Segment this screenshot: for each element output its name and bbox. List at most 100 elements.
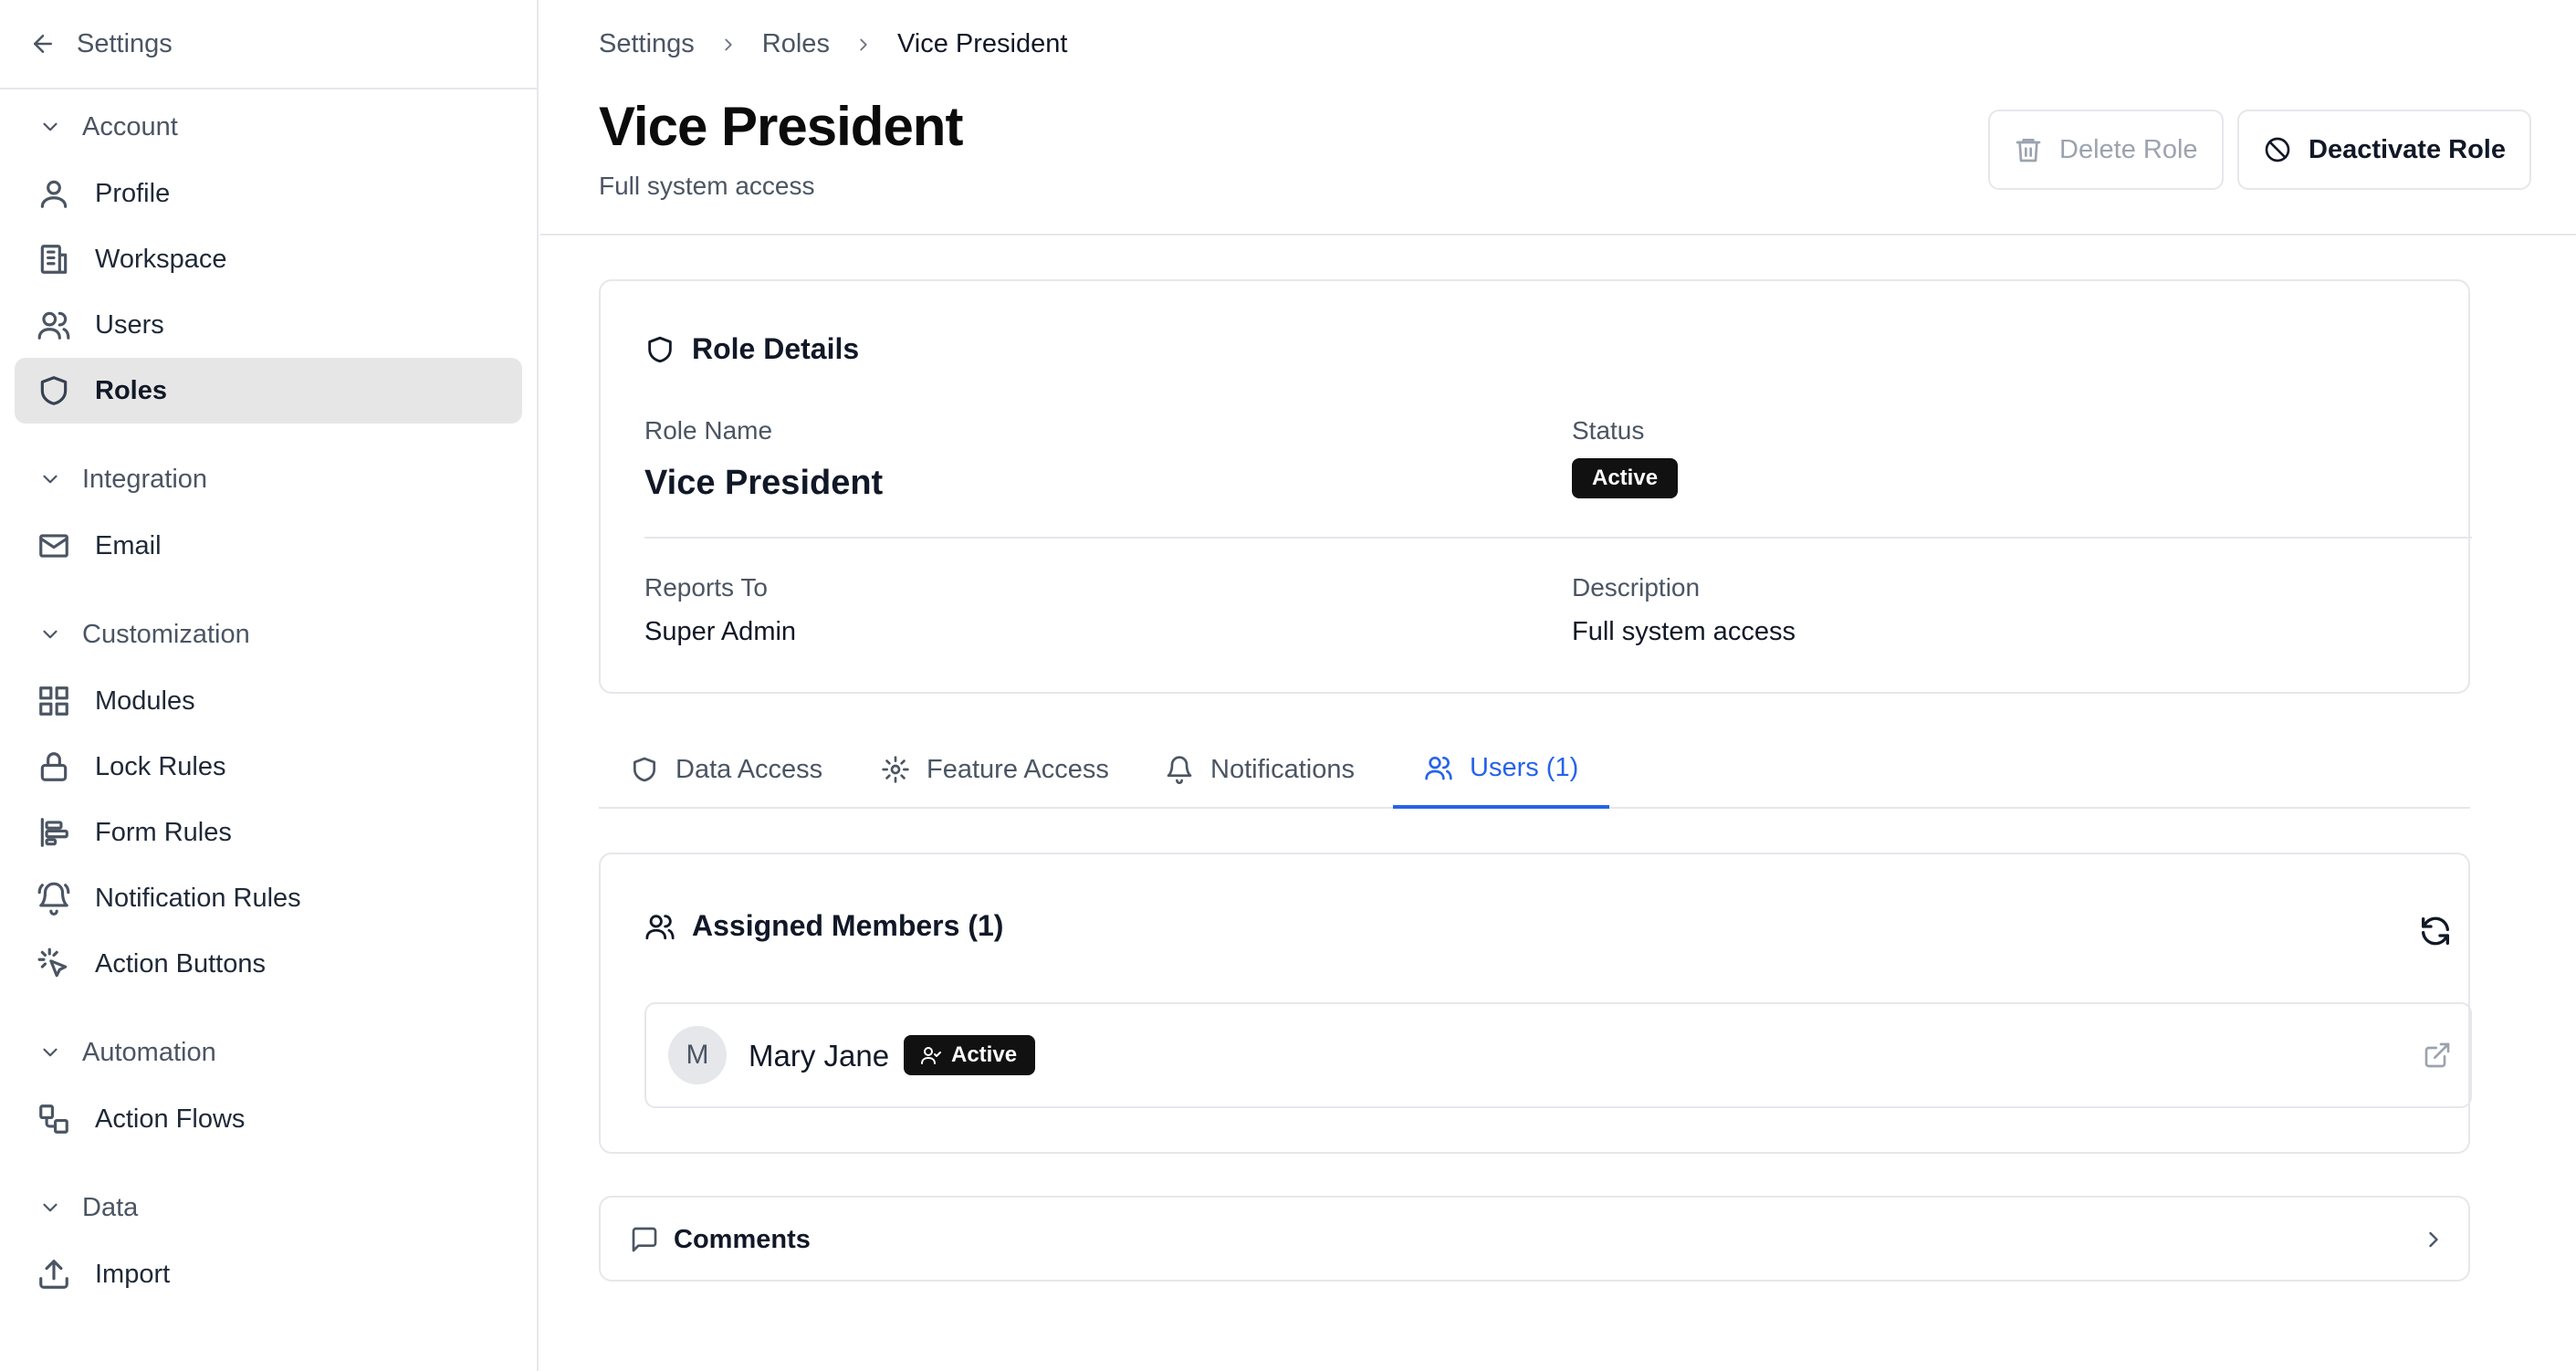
role-name-label: Role Name <box>644 416 773 445</box>
status-label: Status <box>1572 416 1645 445</box>
bell-ring-icon <box>37 882 70 916</box>
tab-label: Data Access <box>675 754 823 784</box>
sidebar-item-action-buttons[interactable]: Action Buttons <box>15 931 522 997</box>
chevron-right-icon <box>2429 1231 2438 1248</box>
users-icon <box>1425 757 1452 780</box>
member-row[interactable]: M Mary Jane Active <box>644 1002 2472 1108</box>
avatar: M <box>668 1026 727 1084</box>
assigned-members-heading: Assigned Members (1) <box>692 909 1004 942</box>
section-account[interactable]: Account <box>0 100 537 153</box>
tab-label: Feature Access <box>927 754 1109 784</box>
delete-role-label: Delete Role <box>2059 134 2198 164</box>
delete-role-button[interactable]: Delete Role <box>1988 110 2224 190</box>
users-icon <box>37 311 70 340</box>
tab-notifications[interactable]: Notifications <box>1134 730 1386 809</box>
main-content: Settings Roles Vice President Vice Presi… <box>540 0 2576 1371</box>
tab-data-access[interactable]: Data Access <box>599 730 853 809</box>
assigned-members-title: Assigned Members (1) <box>644 909 1003 943</box>
grid-icon <box>39 686 68 716</box>
users-icon <box>645 914 675 939</box>
sidebar-item-label: Modules <box>95 686 195 716</box>
role-details-card: Role Details Role Name Vice President St… <box>599 279 2472 694</box>
comments-panel[interactable]: Comments <box>599 1196 2470 1282</box>
back-label: Settings <box>77 28 173 58</box>
external-link-icon <box>2424 1042 2450 1068</box>
sidebar-item-label: Action Buttons <box>95 948 266 979</box>
chevron-down-icon <box>43 122 58 131</box>
chevron-right-icon <box>718 35 738 55</box>
breadcrumb-roles[interactable]: Roles <box>762 29 830 59</box>
arrow-left-icon <box>34 35 52 53</box>
sidebar-item-label: Notification Rules <box>95 883 301 913</box>
page-subtitle: Full system access <box>599 172 815 200</box>
sidebar-item-label: Users <box>95 309 164 340</box>
sidebar-item-label: Form Rules <box>95 817 232 847</box>
role-name-value: Vice President <box>644 464 884 502</box>
breadcrumb: Settings Roles Vice President <box>599 29 1067 59</box>
chevron-down-icon <box>43 1203 58 1212</box>
settings-sidebar: Settings Account Profile Workspace Users… <box>0 0 539 1371</box>
section-label: Account <box>82 111 178 141</box>
sidebar-item-label: Import <box>95 1259 171 1289</box>
tab-label: Notifications <box>1210 754 1355 784</box>
refresh-button[interactable] <box>2417 913 2454 949</box>
section-label: Automation <box>82 1037 216 1067</box>
sidebar-item-import[interactable]: Import <box>15 1241 522 1307</box>
reports-to-value: Super Admin <box>644 617 797 646</box>
status-badge: Active <box>1572 458 1679 498</box>
section-data[interactable]: Data <box>0 1181 537 1234</box>
lock-icon <box>40 752 68 781</box>
sidebar-item-form-rules[interactable]: Form Rules <box>15 800 522 865</box>
sidebar-item-workspace[interactable]: Workspace <box>15 226 522 292</box>
member-status-label: Active <box>951 1042 1018 1067</box>
refresh-icon <box>2422 916 2449 946</box>
align-left-icon <box>40 818 68 847</box>
tab-users[interactable]: Users (1) <box>1393 730 1610 809</box>
sidebar-item-label: Email <box>95 530 162 560</box>
sidebar-item-label: Profile <box>95 178 171 208</box>
tab-feature-access[interactable]: Feature Access <box>850 730 1140 809</box>
sidebar-item-email[interactable]: Email <box>15 513 522 579</box>
gear-icon <box>882 756 909 783</box>
breadcrumb-current: Vice President <box>896 29 1068 58</box>
page-title: Vice President <box>599 96 963 157</box>
open-member-link[interactable] <box>2423 1041 2452 1070</box>
description-label: Description <box>1572 573 1701 602</box>
sidebar-item-action-flows[interactable]: Action Flows <box>15 1086 522 1152</box>
member-name: Mary Jane <box>749 1039 890 1073</box>
breadcrumb-settings[interactable]: Settings <box>599 29 695 59</box>
building-icon <box>40 245 68 274</box>
page-header: Settings Roles Vice President Vice Presi… <box>540 0 2576 235</box>
sidebar-item-roles[interactable]: Roles <box>15 358 522 424</box>
upload-icon <box>39 1260 68 1289</box>
user-icon <box>40 180 68 208</box>
section-label: Data <box>82 1192 139 1222</box>
user-check-icon <box>921 1047 941 1064</box>
role-tabs: Data Access Feature Access Notifications… <box>599 730 2470 809</box>
details-divider <box>644 537 2472 539</box>
deactivate-role-label: Deactivate Role <box>2309 134 2506 164</box>
section-integration[interactable]: Integration <box>0 453 537 506</box>
mail-icon <box>39 534 68 558</box>
sidebar-item-label: Lock Rules <box>95 751 226 781</box>
role-details-heading: Role Details <box>692 332 860 365</box>
chevron-down-icon <box>43 475 58 484</box>
sidebar-item-modules[interactable]: Modules <box>15 668 522 734</box>
section-label: Integration <box>82 464 208 494</box>
comments-label: Comments <box>674 1225 811 1254</box>
section-automation[interactable]: Automation <box>0 1026 537 1079</box>
sidebar-item-profile[interactable]: Profile <box>15 161 522 226</box>
sidebar-item-users[interactable]: Users <box>15 292 522 358</box>
section-customization[interactable]: Customization <box>0 608 537 661</box>
ban-icon <box>2265 137 2290 162</box>
back-to-settings-link[interactable]: Settings <box>0 0 537 89</box>
sidebar-item-label: Roles <box>95 375 167 405</box>
sidebar-item-notification-rules[interactable]: Notification Rules <box>15 865 522 931</box>
workflow-icon <box>39 1104 68 1134</box>
deactivate-role-button[interactable]: Deactivate Role <box>2237 110 2531 190</box>
shield-icon <box>648 336 672 362</box>
member-status-badge: Active <box>904 1035 1036 1075</box>
chevron-down-icon <box>43 630 58 639</box>
reports-to-label: Reports To <box>644 573 768 602</box>
sidebar-item-lock-rules[interactable]: Lock Rules <box>15 734 522 800</box>
